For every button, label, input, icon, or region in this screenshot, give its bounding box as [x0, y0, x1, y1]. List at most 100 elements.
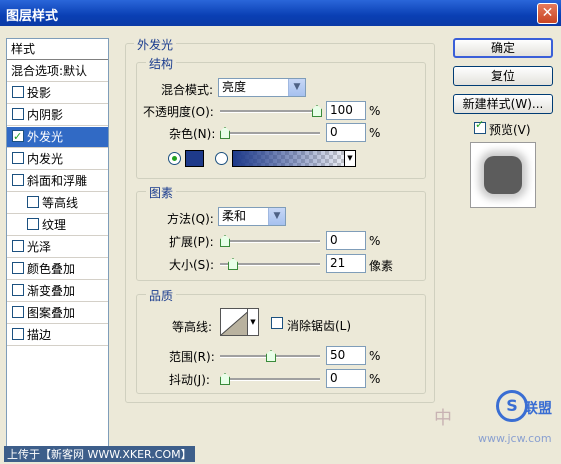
- sidebar-item-checkbox[interactable]: [27, 218, 39, 230]
- sidebar-item[interactable]: 颜色叠加: [7, 259, 108, 280]
- gradient-radio[interactable]: [215, 152, 228, 165]
- new-style-button[interactable]: 新建样式(W)...: [453, 94, 553, 114]
- antialias-checkbox[interactable]: [271, 317, 283, 329]
- size-label: 大小(S):: [169, 258, 215, 272]
- method-label: 方法(Q):: [167, 212, 214, 226]
- range-unit: %: [369, 349, 381, 363]
- jitter-label: 抖动(J):: [169, 373, 210, 387]
- range-input[interactable]: 50: [326, 346, 366, 365]
- sidebar-item[interactable]: 内发光: [7, 149, 108, 170]
- style-preview-thumbnail: [470, 142, 536, 208]
- solid-color-radio[interactable]: [168, 152, 181, 165]
- quality-title: 品质: [146, 287, 177, 304]
- noise-input[interactable]: 0: [326, 123, 366, 142]
- watermark-logo: 中 S 联盟 www.jcw.com: [434, 360, 554, 452]
- spread-label: 扩展(P):: [169, 235, 214, 249]
- sidebar-item[interactable]: 渐变叠加: [7, 281, 108, 302]
- sidebar-item-label: 内阴影: [27, 108, 64, 122]
- size-unit: 像素: [369, 259, 394, 273]
- jitter-slider[interactable]: [220, 373, 320, 385]
- footer-caption: 上传于【新客网 WWW.XKER.COM】: [4, 446, 195, 462]
- title-bar: 图层样式 ✕: [0, 0, 561, 26]
- sidebar-item-label: 等高线: [42, 196, 79, 210]
- preview-shape: [484, 156, 522, 194]
- chevron-down-icon[interactable]: ▼: [247, 308, 259, 336]
- sidebar-item-checkbox[interactable]: [12, 152, 24, 164]
- watermark-text-2: 联盟: [524, 401, 552, 417]
- sidebar-item[interactable]: 等高线: [7, 193, 108, 214]
- sidebar-item-checkbox[interactable]: [12, 108, 24, 120]
- blend-mode-label: 混合模式:: [161, 83, 214, 97]
- opacity-slider[interactable]: [220, 105, 322, 117]
- sidebar-item-checkbox[interactable]: [27, 196, 39, 208]
- sidebar-item-checkbox[interactable]: [12, 306, 24, 318]
- glow-color-swatch[interactable]: [185, 150, 204, 167]
- preview-label[interactable]: 预览(V): [489, 121, 531, 138]
- sidebar-item-label: 颜色叠加: [27, 262, 76, 276]
- reset-button[interactable]: 复位: [453, 66, 553, 86]
- opacity-input[interactable]: 100: [326, 101, 366, 120]
- watermark-text-1: 中: [434, 408, 452, 429]
- sidebar-item-checkbox[interactable]: [12, 126, 24, 147]
- sidebar-item-checkbox[interactable]: [12, 174, 24, 186]
- blend-mode-value: 亮度: [222, 80, 247, 94]
- sidebar-item-label: 光泽: [27, 240, 52, 254]
- range-label: 范围(R):: [169, 350, 215, 364]
- structure-title: 结构: [146, 55, 177, 72]
- sidebar-item-label: 投影: [27, 86, 52, 100]
- method-value: 柔和: [222, 209, 247, 223]
- size-slider[interactable]: [220, 258, 320, 270]
- sidebar-item-label: 外发光: [27, 130, 64, 144]
- sidebar-item-checkbox[interactable]: [12, 240, 24, 252]
- range-slider[interactable]: [220, 350, 320, 362]
- noise-slider[interactable]: [220, 127, 320, 139]
- sidebar-item-label: 渐变叠加: [27, 284, 76, 298]
- sidebar-item-label: 描边: [27, 328, 52, 342]
- sidebar-item[interactable]: 斜面和浮雕: [7, 171, 108, 192]
- spread-input[interactable]: 0: [326, 231, 366, 250]
- spread-slider[interactable]: [220, 235, 320, 247]
- gradient-picker[interactable]: ▼: [232, 150, 356, 167]
- sidebar-item[interactable]: 混合选项:默认: [7, 61, 108, 82]
- noise-label: 杂色(N):: [169, 127, 216, 141]
- sidebar-item[interactable]: 图案叠加: [7, 303, 108, 324]
- window-title: 图层样式: [6, 9, 59, 24]
- close-icon[interactable]: ✕: [537, 3, 558, 24]
- antialias-label[interactable]: 消除锯齿(L): [287, 317, 351, 334]
- sidebar-item[interactable]: 纹理: [7, 215, 108, 236]
- contour-label: 等高线:: [172, 320, 213, 334]
- method-select[interactable]: 柔和 ▼: [218, 207, 286, 226]
- chevron-down-icon[interactable]: ▼: [344, 151, 355, 166]
- sidebar-item-label: 内发光: [27, 152, 64, 166]
- sidebar-item-checkbox[interactable]: [12, 262, 24, 274]
- sidebar-item-checkbox[interactable]: [12, 284, 24, 296]
- spread-unit: %: [369, 234, 381, 248]
- preview-checkbox[interactable]: [474, 118, 486, 134]
- chevron-down-icon: ▼: [268, 208, 285, 225]
- watermark-circle-letter: S: [506, 396, 518, 415]
- size-input[interactable]: 21: [326, 254, 366, 273]
- sidebar-item[interactable]: 光泽: [7, 237, 108, 258]
- sidebar-item[interactable]: 外发光: [7, 126, 108, 148]
- watermark-url: www.jcw.com: [478, 432, 552, 445]
- sidebar-item-label: 纹理: [42, 218, 67, 232]
- sidebar-item[interactable]: 内阴影: [7, 105, 108, 126]
- opacity-unit: %: [369, 104, 381, 118]
- styles-list: 样式 混合选项:默认投影内阴影外发光内发光斜面和浮雕等高线纹理光泽颜色叠加渐变叠…: [6, 38, 109, 448]
- ok-button[interactable]: 确定: [453, 38, 553, 58]
- sidebar-item[interactable]: 投影: [7, 83, 108, 104]
- jitter-unit: %: [369, 372, 381, 386]
- layer-style-dialog: 图层样式 ✕ 样式 混合选项:默认投影内阴影外发光内发光斜面和浮雕等高线纹理光泽…: [0, 0, 561, 464]
- styles-header[interactable]: 样式: [7, 39, 108, 60]
- jitter-input[interactable]: 0: [326, 369, 366, 388]
- sidebar-item-checkbox[interactable]: [12, 328, 24, 340]
- opacity-label: 不透明度(O):: [143, 105, 214, 119]
- sidebar-item-label: 图案叠加: [27, 306, 76, 320]
- outer-glow-title: 外发光: [134, 36, 177, 53]
- sidebar-item[interactable]: 描边: [7, 325, 108, 346]
- sidebar-item-label: 斜面和浮雕: [27, 174, 88, 188]
- elements-title: 图素: [146, 184, 177, 201]
- blend-mode-select[interactable]: 亮度 ▼: [218, 78, 306, 97]
- sidebar-item-checkbox[interactable]: [12, 86, 24, 98]
- sidebar-item-label: 混合选项:默认: [11, 64, 88, 78]
